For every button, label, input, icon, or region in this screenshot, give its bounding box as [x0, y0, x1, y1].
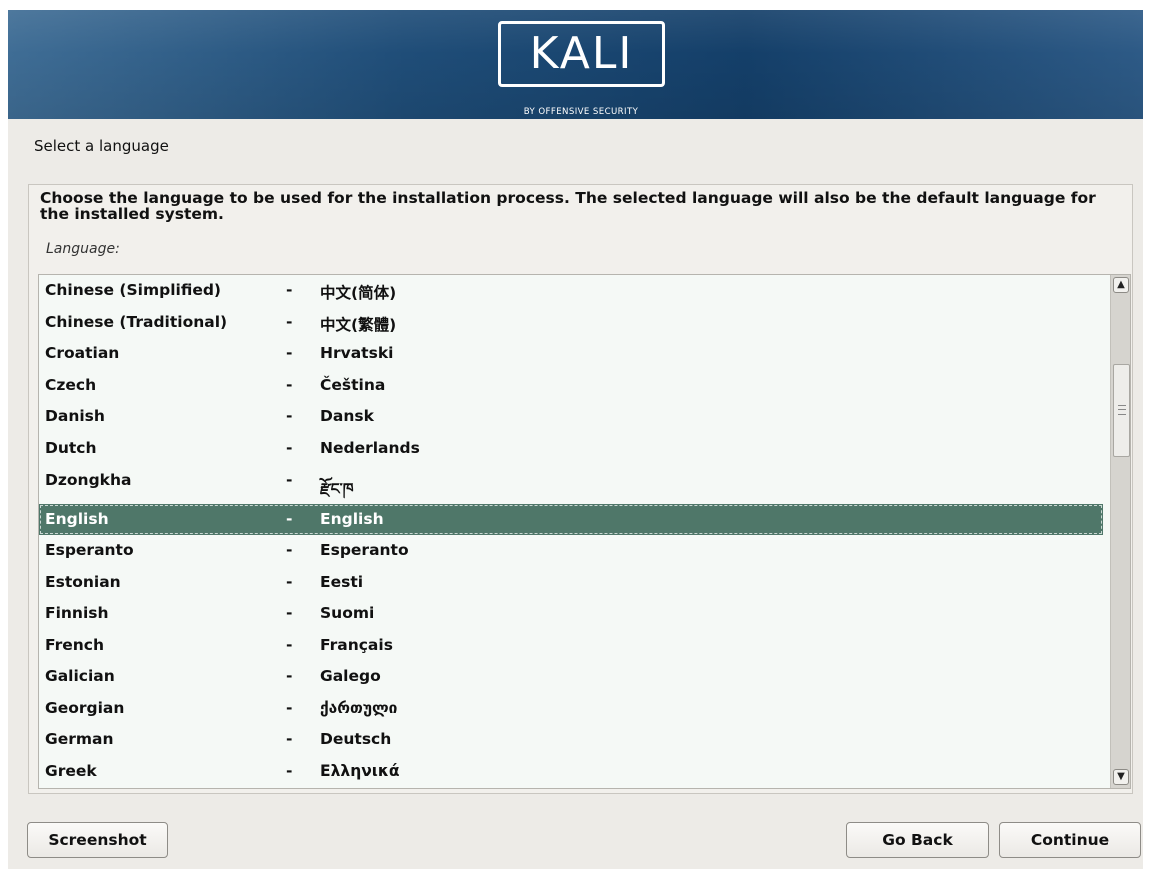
logo-text: KALI [529, 28, 634, 79]
separator-dash: - [286, 636, 293, 654]
scroll-down-icon[interactable]: ▼ [1113, 769, 1129, 785]
vertical-scrollbar[interactable]: ▲ ▼ [1110, 275, 1130, 788]
separator-dash: - [286, 573, 293, 591]
language-item[interactable]: Danish - Dansk [39, 401, 1103, 432]
native-language-name: Čeština [320, 376, 386, 394]
separator-dash: - [286, 541, 293, 559]
native-language-name: Suomi [320, 604, 375, 622]
separator-dash: - [286, 699, 293, 717]
separator-dash: - [286, 281, 293, 299]
language-item[interactable]: Dutch - Nederlands [39, 433, 1103, 464]
separator-dash: - [286, 667, 293, 685]
language-item[interactable]: Esperanto - Esperanto [39, 535, 1103, 566]
language-item[interactable]: German - Deutsch [39, 724, 1103, 755]
language-name: Estonian [45, 573, 121, 591]
native-language-name: Galego [320, 667, 381, 685]
native-language-name: 中文(简体) [320, 284, 397, 302]
separator-dash: - [286, 604, 293, 622]
language-item[interactable]: Galician - Galego [39, 661, 1103, 692]
page-title: Select a language [34, 137, 169, 155]
separator-dash: - [286, 471, 293, 489]
native-language-name: English [320, 510, 384, 528]
separator-dash: - [286, 407, 293, 425]
language-name: Galician [45, 667, 115, 685]
screenshot-button[interactable]: Screenshot [27, 822, 168, 858]
separator-dash: - [286, 439, 293, 457]
native-language-name: Dansk [320, 407, 374, 425]
language-name: Georgian [45, 699, 125, 717]
language-name: Finnish [45, 604, 109, 622]
language-name: Dutch [45, 439, 97, 457]
language-name: Danish [45, 407, 105, 425]
native-language-name: Esperanto [320, 541, 409, 559]
native-language-name: ქართული [320, 699, 398, 717]
language-name: Croatian [45, 344, 120, 362]
language-panel: Choose the language to be used for the i… [28, 184, 1133, 794]
separator-dash: - [286, 344, 293, 362]
language-item[interactable]: Dzongkha - རྫོང་ཁ [39, 465, 1103, 498]
language-listbox[interactable]: Chinese (Simplified) - 中文(简体) Chinese (Trad… [38, 274, 1131, 789]
native-language-name: 中文(繁體) [320, 316, 397, 334]
language-name: Chinese (Simplified) [45, 281, 222, 299]
kali-logo: KALI [498, 21, 665, 87]
language-list-label: Language: [46, 241, 120, 257]
language-item[interactable]: Croatian - Hrvatski [39, 338, 1103, 369]
language-item[interactable]: French - Français [39, 630, 1103, 661]
separator-dash: - [286, 376, 293, 394]
separator-dash: - [286, 730, 293, 748]
kali-banner: KALI BY OFFENSIVE SECURITY [8, 10, 1143, 119]
language-name: Dzongkha [45, 471, 132, 489]
language-item[interactable]: Finnish - Suomi [39, 598, 1103, 629]
separator-dash: - [286, 510, 293, 528]
native-language-name: Hrvatski [320, 344, 394, 362]
language-name: German [45, 730, 114, 748]
language-item[interactable]: Czech - Čeština [39, 370, 1103, 401]
language-name: French [45, 636, 105, 654]
language-item[interactable]: Chinese (Simplified) - 中文(简体) [39, 275, 1103, 306]
language-item[interactable]: Georgian - ქართული [39, 693, 1103, 724]
logo-tagline: BY OFFENSIVE SECURITY [523, 107, 639, 117]
language-item[interactable]: Greek - Ελληνικά [39, 756, 1103, 787]
grip-icon [1118, 405, 1126, 415]
language-name: Greek [45, 762, 97, 780]
separator-dash: - [286, 762, 293, 780]
language-name: Czech [45, 376, 97, 394]
language-item[interactable]: Chinese (Traditional) - 中文(繁體) [39, 307, 1103, 338]
language-name: English [45, 510, 109, 528]
language-name: Esperanto [45, 541, 134, 559]
language-name: Chinese (Traditional) [45, 313, 228, 331]
description-text: Choose the language to be used for the i… [40, 189, 1096, 223]
native-language-name: Français [320, 636, 393, 654]
continue-button[interactable]: Continue [999, 822, 1141, 858]
native-language-name: Ελληνικά [320, 762, 400, 780]
language-item[interactable]: Estonian - Eesti [39, 567, 1103, 598]
scroll-up-icon[interactable]: ▲ [1113, 277, 1129, 293]
native-language-name: Nederlands [320, 439, 420, 457]
native-language-name: Eesti [320, 573, 364, 591]
native-language-name: Deutsch [320, 730, 392, 748]
separator-dash: - [286, 313, 293, 331]
installer-window: KALI BY OFFENSIVE SECURITY Select a lang… [8, 10, 1143, 869]
scrollbar-thumb[interactable] [1113, 364, 1130, 457]
language-item-selected[interactable]: English - English [39, 504, 1103, 535]
go-back-button[interactable]: Go Back [846, 822, 989, 858]
